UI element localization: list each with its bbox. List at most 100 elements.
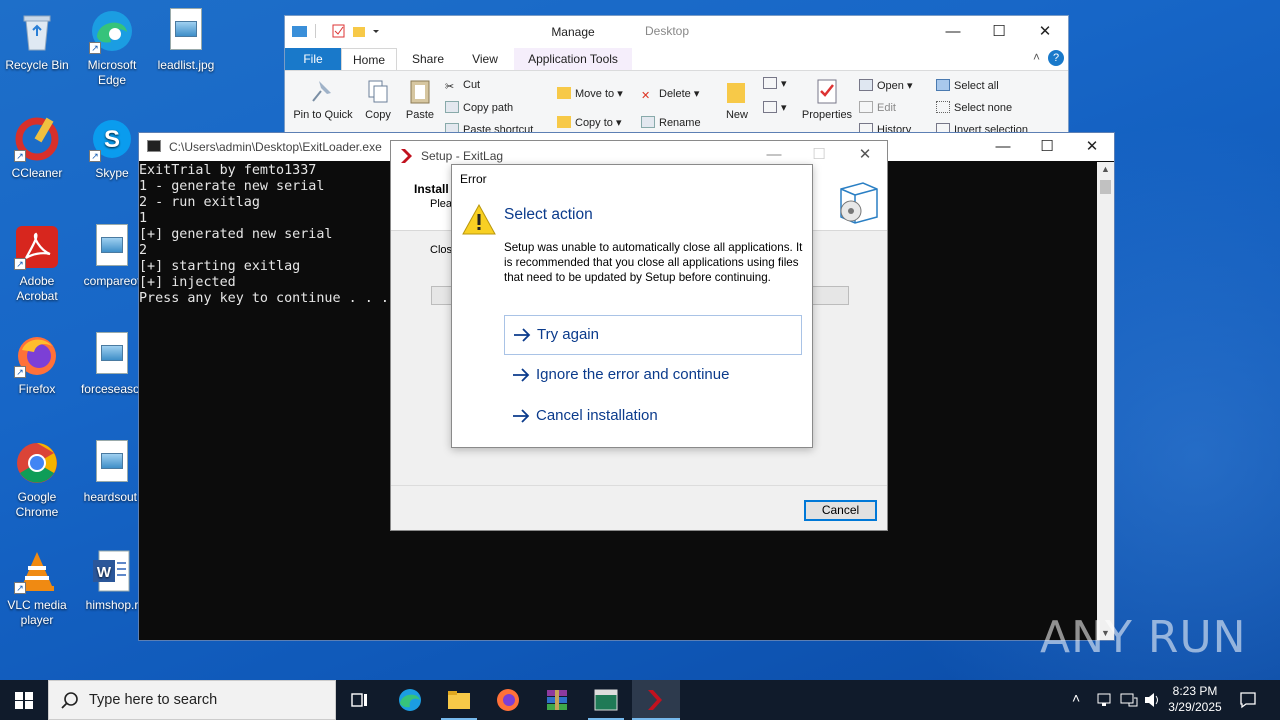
desktop-icon-recycle-bin[interactable]: Recycle Bin: [0, 8, 74, 73]
manage-tab-label[interactable]: Manage: [514, 25, 632, 39]
desktop-icon-label: Adobe Acrobat: [16, 274, 58, 303]
winrar-icon: [547, 690, 567, 710]
desktop-icon-leadlist[interactable]: leadlist.jpg: [149, 8, 223, 73]
taskbar: Type here to search ˄ 8:23 PM 3/29/2025: [0, 680, 1280, 720]
paste-button[interactable]: Paste: [401, 77, 439, 121]
chrome-icon: [14, 440, 60, 486]
clock-time: 8:23 PM: [1172, 684, 1218, 698]
delete-button[interactable]: ✕ Delete ▾: [641, 87, 699, 102]
new-folder-button[interactable]: New: [717, 77, 757, 121]
image-file-icon: [89, 440, 135, 486]
select-none-button[interactable]: Select none: [936, 101, 1012, 114]
open-button[interactable]: Open ▾: [859, 79, 913, 92]
warning-icon: [462, 204, 496, 235]
setup-header-subtitle: Plea: [430, 198, 453, 210]
search-icon: [61, 692, 78, 709]
move-to-button[interactable]: Move to ▾: [557, 87, 623, 100]
skype-icon: S ↗: [89, 116, 135, 162]
error-heading: Select action: [504, 206, 593, 223]
taskbar-winrar[interactable]: [533, 680, 581, 720]
error-dialog[interactable]: Error Select action Setup was unable to …: [451, 164, 813, 448]
notifications-button[interactable]: [1236, 680, 1260, 720]
tab-file[interactable]: File: [285, 48, 341, 70]
tab-application-tools[interactable]: Application Tools: [514, 48, 632, 70]
try-again-label: Try again: [537, 326, 599, 343]
help-icon[interactable]: ?: [1048, 50, 1064, 66]
new-item-button[interactable]: ▾: [763, 77, 787, 90]
desktop-icon-vlc[interactable]: ↗ VLC media player: [0, 548, 74, 628]
taskbar-search-box[interactable]: Type here to search: [48, 680, 336, 720]
explorer-window-title: Desktop: [645, 24, 690, 38]
desktop-icon-label: Microsoft Edge: [87, 58, 137, 87]
properties-button[interactable]: Properties: [797, 77, 857, 121]
firefox-icon: [497, 689, 519, 711]
svg-text:W: W: [97, 564, 112, 581]
start-button[interactable]: [0, 680, 48, 720]
desktop-icon-label: CCleaner: [11, 166, 63, 180]
file-explorer-window[interactable]: Manage Desktop — ☐ ✕ File Home Share Vie…: [284, 15, 1069, 140]
edit-button[interactable]: Edit: [859, 101, 896, 114]
tab-home[interactable]: Home: [341, 48, 397, 70]
cancel-installation-option[interactable]: Cancel installation: [504, 397, 802, 437]
setup-header-title: Install: [414, 182, 449, 196]
delete-x-icon: ✕: [641, 90, 651, 102]
taskbar-file-explorer[interactable]: [435, 680, 483, 720]
easy-access-icon: [763, 101, 777, 113]
image-file-icon: [163, 8, 209, 54]
explorer-title-bar[interactable]: Manage Desktop — ☐ ✕: [285, 16, 1068, 48]
desktop-icon-adobe-acrobat[interactable]: ↗ Adobe Acrobat: [0, 224, 74, 304]
taskbar-edge[interactable]: [386, 680, 434, 720]
scrollbar-thumb[interactable]: [1100, 180, 1111, 194]
console-close-button[interactable]: ✕: [1069, 133, 1115, 161]
anyrun-watermark: ANY RUN: [1040, 612, 1247, 663]
cancel-installation-label: Cancel installation: [536, 407, 658, 424]
setup-cancel-button[interactable]: Cancel: [804, 500, 877, 521]
desktop-icon-firefox[interactable]: ↗ Firefox: [0, 332, 74, 397]
ignore-error-label: Ignore the error and continue: [536, 366, 730, 383]
desktop-icon-chrome[interactable]: Google Chrome: [0, 440, 74, 520]
console-maximize-button[interactable]: ☐: [1024, 133, 1070, 161]
properties-icon: [813, 77, 841, 105]
scroll-up-icon[interactable]: ▲: [1101, 164, 1110, 174]
desktop-icon-label: VLC media player: [7, 598, 67, 627]
tab-view[interactable]: View: [463, 48, 507, 70]
console-scrollbar[interactable]: ▲ ▼: [1097, 162, 1114, 640]
copy-button[interactable]: Copy: [359, 77, 397, 121]
setup-close-button[interactable]: ✕: [842, 141, 888, 169]
tab-share[interactable]: Share: [405, 48, 451, 70]
clock-date: 3/29/2025: [1168, 700, 1222, 714]
image-file-icon: [89, 224, 135, 270]
word-document-icon: W: [89, 548, 135, 594]
taskbar-exitlag-setup[interactable]: [632, 680, 680, 720]
copy-to-button[interactable]: Copy to ▾: [557, 116, 622, 129]
close-button[interactable]: ✕: [1022, 18, 1068, 46]
desktop-icon-edge[interactable]: ↗ Microsoft Edge: [75, 8, 149, 88]
setup-footer-divider: [391, 485, 887, 486]
edge-icon: ↗: [89, 8, 135, 54]
desktop-icon-label: Firefox: [18, 382, 56, 396]
rename-icon: [641, 116, 655, 128]
image-file-icon: [89, 332, 135, 378]
cut-button[interactable]: ✂ Cut: [445, 79, 480, 93]
taskbar-firefox[interactable]: [484, 680, 532, 720]
task-view-button[interactable]: [336, 680, 384, 720]
try-again-option[interactable]: Try again: [504, 315, 802, 355]
taskbar-console[interactable]: [582, 680, 630, 720]
console-minimize-button[interactable]: —: [980, 133, 1026, 161]
minimize-button[interactable]: —: [930, 18, 976, 46]
rename-button[interactable]: Rename: [641, 116, 701, 129]
notification-icon: [1240, 692, 1256, 709]
select-all-button[interactable]: Select all: [936, 79, 999, 92]
copy-path-button[interactable]: Copy path: [445, 101, 513, 114]
maximize-button[interactable]: ☐: [976, 18, 1022, 46]
taskbar-clock[interactable]: 8:23 PM 3/29/2025: [1160, 683, 1230, 715]
svg-text:S: S: [104, 126, 120, 153]
easy-access-button[interactable]: ▾: [763, 101, 787, 114]
ignore-error-option[interactable]: Ignore the error and continue: [504, 356, 802, 396]
desktop-icon-ccleaner[interactable]: ↗ CCleaner: [0, 116, 74, 181]
search-placeholder: Type here to search: [89, 692, 218, 708]
copy-path-icon: [445, 101, 459, 113]
pin-to-quick-access-button[interactable]: Pin to Quick: [291, 77, 355, 121]
collapse-ribbon-icon[interactable]: ˄: [1033, 50, 1040, 64]
console-app-icon: [147, 140, 161, 152]
